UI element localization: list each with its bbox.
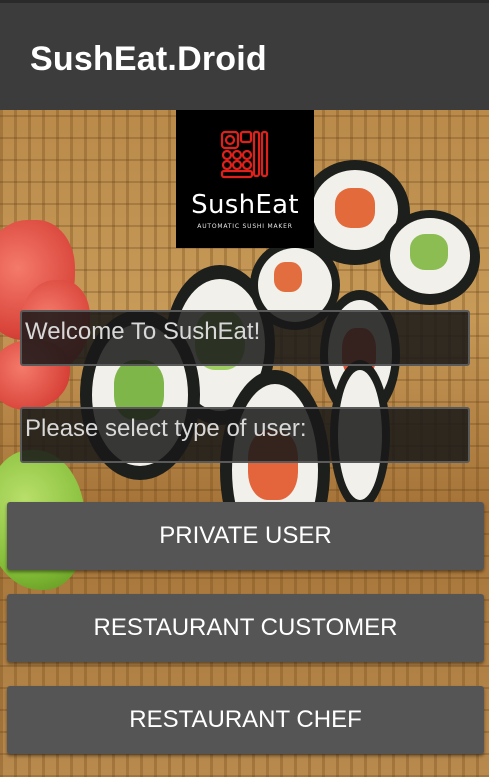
app-title: SushEat.Droid [30,40,267,78]
logo-tagline: AUTOMATIC SUSHI MAKER [197,223,293,230]
restaurant-chef-button[interactable]: RESTAURANT CHEF [7,686,484,754]
app-bar: SushEat.Droid [0,0,489,110]
restaurant-customer-button[interactable]: RESTAURANT CUSTOMER [7,594,484,662]
logo-name: SushEat [191,190,299,220]
private-user-button[interactable]: PRIVATE USER [7,502,484,570]
sush-eat-logo: SushEat AUTOMATIC SUSHI MAKER [176,110,314,248]
welcome-text-field: Welcome To SushEat! [20,310,470,366]
select-user-prompt-field: Please select type of user: [20,407,470,463]
sushi-grid-icon [220,130,269,179]
